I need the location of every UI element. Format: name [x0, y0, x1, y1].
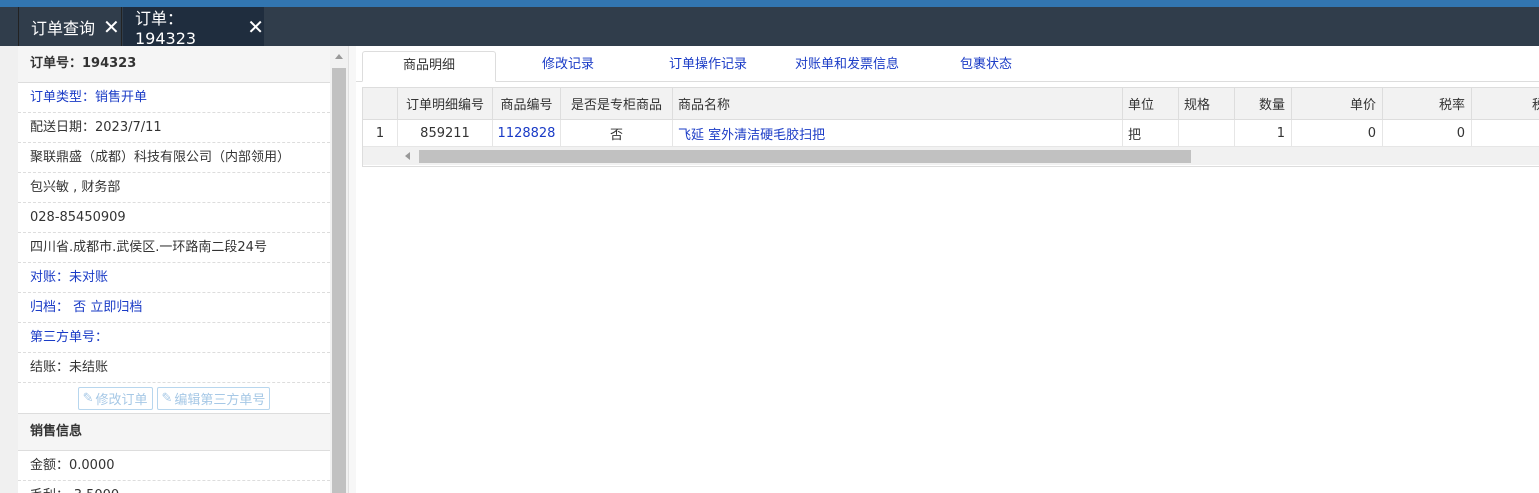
col-header[interactable]: 是否是专柜商品	[561, 88, 673, 119]
tab-modify-log[interactable]: 修改记录	[516, 51, 620, 81]
tab-operation-log[interactable]: 订单操作记录	[652, 51, 764, 81]
tab-bar: 订单查询 ✕ 订单：194323 ✕	[0, 7, 1539, 48]
archive-label: 归档：	[30, 300, 70, 315]
col-header[interactable]: 商品编号	[493, 88, 561, 119]
archive-value: 否	[73, 300, 87, 315]
is-counter-product: 否	[561, 120, 673, 146]
tab-invoice-info[interactable]: 对账单和发票信息	[784, 51, 910, 81]
tab-order-query[interactable]: 订单查询 ✕	[18, 7, 122, 46]
product-id-link[interactable]: 1128828	[493, 120, 561, 146]
tab-product-detail[interactable]: 商品明细	[362, 51, 496, 82]
col-header[interactable]: 规格	[1179, 88, 1235, 119]
col-header[interactable]: 数量	[1235, 88, 1292, 119]
unit-price: 0	[1292, 120, 1383, 146]
table-row[interactable]: 1 859211 1128828 否 飞延 室外清洁硬毛胶扫把 把 1 0 0	[363, 120, 1539, 147]
order-info-panel: 订单号：194323 订单类型：销售开单 配送日期：2023/7/11 聚联鼎盛…	[18, 46, 331, 493]
close-icon[interactable]: ✕	[247, 17, 264, 37]
amount: 金额：0.0000	[18, 451, 330, 481]
scrollbar-thumb[interactable]	[419, 150, 1191, 163]
edit-icon: ✎	[161, 390, 173, 406]
edit-third-party-button[interactable]: ✎ 编辑第三方单号	[156, 386, 271, 410]
company-name: 聚联鼎盛（成都）科技有限公司（内部领用）	[18, 143, 330, 173]
action-buttons: ✎ 修改订单 ✎ 编辑第三方单号	[18, 383, 330, 414]
col-header[interactable]: 单价	[1292, 88, 1383, 119]
phone-number: 028-85450909	[18, 203, 330, 233]
sales-info-heading: 销售信息	[18, 414, 330, 451]
order-type: 订单类型：销售开单	[18, 83, 330, 113]
col-header[interactable]: 单位	[1123, 88, 1179, 119]
detail-id: 859211	[398, 120, 493, 146]
product-name-link[interactable]: 飞延 室外清洁硬毛胶扫把	[673, 120, 1123, 146]
spec	[1179, 120, 1235, 146]
scrollbar-thumb[interactable]	[332, 68, 346, 493]
delivery-date: 配送日期：2023/7/11	[18, 113, 330, 143]
col-header[interactable]: 税率	[1383, 88, 1472, 119]
left-gutter	[0, 46, 18, 493]
close-icon[interactable]: ✕	[103, 17, 120, 37]
col-header[interactable]: 订单明细编号	[398, 88, 493, 119]
col-header[interactable]: 商品名称	[673, 88, 1123, 119]
archive-status: 归档： 否 立即归档	[18, 293, 330, 323]
address: 四川省.成都市.武侯区.一环路南二段24号	[18, 233, 330, 263]
edit-icon: ✎	[82, 390, 94, 406]
edit-third-party-label: 编辑第三方单号	[174, 392, 266, 408]
gross-profit: 毛利：-3.5000	[18, 481, 330, 493]
archive-now-link[interactable]: 立即归档	[90, 300, 142, 315]
col-header[interactable]: 税	[1472, 88, 1539, 119]
order-number: 订单号：194323	[18, 46, 330, 83]
edit-order-button[interactable]: ✎ 修改订单	[77, 386, 153, 410]
tax-rate: 0	[1383, 120, 1472, 146]
col-header	[363, 88, 398, 119]
detail-tabs: 商品明细 修改记录 订单操作记录 对账单和发票信息 包裹状态	[356, 46, 1539, 82]
tab-package-status[interactable]: 包裹状态	[938, 51, 1034, 81]
tab-order-detail[interactable]: 订单：194323 ✕	[123, 7, 264, 48]
quantity: 1	[1235, 120, 1292, 146]
third-party-number: 第三方单号：	[18, 323, 330, 353]
grid-header: 订单明细编号 商品编号 是否是专柜商品 商品名称 单位 规格 数量 单价 税率 …	[363, 88, 1539, 120]
edit-order-label: 修改订单	[95, 392, 148, 408]
unit: 把	[1123, 120, 1179, 146]
contact-person: 包兴敏 , 财务部	[18, 173, 330, 203]
row-number: 1	[363, 120, 398, 146]
scroll-up-icon[interactable]	[335, 54, 343, 59]
product-grid: 订单明细编号 商品编号 是否是专柜商品 商品名称 单位 规格 数量 单价 税率 …	[362, 87, 1539, 167]
tab-label: 订单：194323	[135, 9, 197, 48]
tab-label: 订单查询	[31, 18, 96, 38]
reconcile-status: 对账：未对账	[18, 263, 330, 293]
left-scrollbar[interactable]	[330, 46, 348, 493]
settlement-status: 结账：未结账	[18, 353, 330, 383]
grid-horizontal-scrollbar[interactable]	[363, 147, 1539, 165]
scroll-left-icon[interactable]	[405, 152, 410, 160]
tax	[1472, 120, 1539, 146]
detail-panel: 商品明细 修改记录 订单操作记录 对账单和发票信息 包裹状态 订单明细编号 商品…	[356, 46, 1539, 493]
